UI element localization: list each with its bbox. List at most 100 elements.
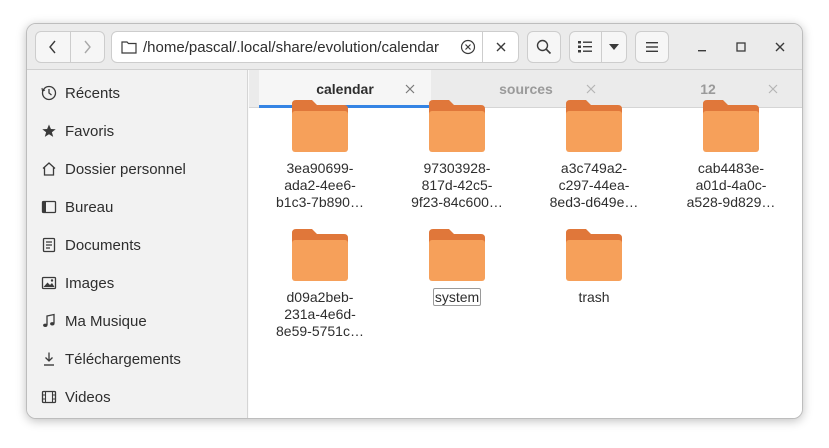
folder-icon xyxy=(429,100,485,152)
sidebar-item-videos[interactable]: Videos xyxy=(27,378,248,416)
folder-name-line: d09a2beb- xyxy=(286,289,354,305)
sidebar-item-label: Ma Musique xyxy=(65,312,147,330)
folder-name: a3c749a2- c297-44ea- 8ed3-d649e… xyxy=(534,160,654,211)
minimize-button[interactable] xyxy=(691,36,713,58)
folder-icon xyxy=(429,229,485,281)
tab-close-button[interactable] xyxy=(403,82,417,96)
file-view: calendar sources 12 3ea90699- ada2-4ee6- b… xyxy=(249,70,802,418)
document-icon xyxy=(40,236,58,254)
folder-name-line: 8e59-5751c… xyxy=(276,323,364,339)
folder-icon xyxy=(703,100,759,152)
folder-icon xyxy=(292,100,348,152)
sidebar-item-music[interactable]: Ma Musique xyxy=(27,302,248,340)
close-icon xyxy=(768,84,778,94)
desktop-icon xyxy=(40,198,58,216)
folder-name-line: 817d-42c5- xyxy=(421,177,493,193)
sidebar-item-images[interactable]: Images xyxy=(27,264,248,302)
sidebar: Récents Favoris Dossier personnel Bureau… xyxy=(27,70,248,418)
sidebar-item-label: Téléchargements xyxy=(65,350,181,368)
caret-down-icon xyxy=(608,44,619,50)
folder-name: 97303928- 817d-42c5- 9f23-84c600… xyxy=(397,160,517,211)
search-button[interactable] xyxy=(527,31,561,63)
header-bar: /home/pascal/.local/share/evolution/cale… xyxy=(27,24,802,70)
back-button[interactable] xyxy=(36,32,70,62)
view-options xyxy=(569,31,627,63)
list-view-icon xyxy=(578,41,593,53)
music-icon xyxy=(40,312,58,330)
close-icon xyxy=(775,42,785,52)
folder-name-line: a528-9d829… xyxy=(686,194,776,210)
image-icon xyxy=(40,274,58,292)
sidebar-item-documents[interactable]: Documents xyxy=(27,226,248,264)
chevron-left-icon xyxy=(49,40,56,54)
star-icon xyxy=(40,122,58,140)
folder-name-line: a01d-4a0c- xyxy=(695,177,767,193)
folder-name: d09a2beb- 231a-4e6d- 8e59-5751c… xyxy=(260,289,380,340)
clear-location-icon[interactable] xyxy=(460,39,476,55)
folder-item[interactable]: cab4483e-a01d-4a0c-a528-9d829… xyxy=(671,98,791,211)
close-window-button[interactable] xyxy=(769,36,791,58)
tab-label: calendar xyxy=(316,81,374,97)
folder-outline-icon xyxy=(121,39,137,55)
tab-close-button[interactable] xyxy=(766,82,780,96)
close-icon xyxy=(586,84,596,94)
minimize-icon xyxy=(698,50,706,52)
close-location-button[interactable] xyxy=(482,31,518,63)
folder-name-line: a3c749a2- xyxy=(560,160,628,176)
view-dropdown-button[interactable] xyxy=(600,32,626,62)
main-menu-button[interactable] xyxy=(635,31,669,63)
location-path[interactable]: /home/pascal/.local/share/evolution/cale… xyxy=(143,39,439,56)
folder-item[interactable]: 97303928- 817d-42c5- 9f23-84c600… xyxy=(397,98,517,211)
folder-name-line: 97303928- xyxy=(423,160,491,176)
list-view-button[interactable] xyxy=(570,32,601,62)
folder-item[interactable]: system xyxy=(397,227,517,306)
folder-name-line: b1c3-7b890… xyxy=(276,194,364,210)
folder-name-line: trash xyxy=(578,289,610,305)
video-icon xyxy=(40,388,58,406)
sidebar-item-label: Bureau xyxy=(65,198,114,216)
folder-name-line: c297-44ea- xyxy=(558,177,630,193)
folder-item[interactable]: 3ea90699- ada2-4ee6- b1c3-7b890… xyxy=(260,98,380,211)
sidebar-item-home[interactable]: Dossier personnel xyxy=(27,150,248,188)
navigation-buttons xyxy=(35,31,105,63)
folder-name-line: ada2-4ee6- xyxy=(284,177,356,193)
sidebar-item-label: Documents xyxy=(65,236,141,254)
folder-item[interactable]: trash xyxy=(534,227,654,306)
sidebar-item-label: Récents xyxy=(65,84,121,102)
sidebar-item-label: Dossier personnel xyxy=(65,160,186,178)
folder-item[interactable]: d09a2beb- 231a-4e6d- 8e59-5751c… xyxy=(260,227,380,340)
tab-label: sources xyxy=(499,81,553,97)
sidebar-item-label: Images xyxy=(65,274,115,292)
folder-name: 3ea90699- ada2-4ee6- b1c3-7b890… xyxy=(260,160,380,211)
sidebar-item-downloads[interactable]: Téléchargements xyxy=(27,340,248,378)
sidebar-item-label: Favoris xyxy=(65,122,115,140)
folder-name-line: 3ea90699- xyxy=(286,160,354,176)
folder-icon xyxy=(292,229,348,281)
sidebar-item-favoris[interactable]: Favoris xyxy=(27,112,248,150)
folder-name-line: 231a-4e6d- xyxy=(284,306,356,322)
search-icon xyxy=(536,39,552,55)
folder-icon xyxy=(566,229,622,281)
folder-name-line: cab4483e- xyxy=(697,160,765,176)
tab-close-button[interactable] xyxy=(584,82,598,96)
sidebar-item-bureau[interactable]: Bureau xyxy=(27,188,248,226)
folder-name: cab4483e-a01d-4a0c-a528-9d829… xyxy=(671,160,791,211)
maximize-button[interactable] xyxy=(730,36,752,58)
location-bar[interactable]: /home/pascal/.local/share/evolution/cale… xyxy=(111,31,519,63)
download-icon xyxy=(40,350,58,368)
forward-button[interactable] xyxy=(69,32,104,62)
close-icon xyxy=(496,42,505,52)
maximize-icon xyxy=(736,42,746,52)
folder-name-line: 9f23-84c600… xyxy=(411,194,503,210)
sidebar-item-label: Videos xyxy=(65,388,111,406)
chevron-right-icon xyxy=(84,40,92,54)
folder-icon xyxy=(566,100,622,152)
home-icon xyxy=(40,160,58,178)
hamburger-menu-icon xyxy=(646,42,658,52)
file-manager-window: /home/pascal/.local/share/evolution/cale… xyxy=(26,23,803,419)
sidebar-item-recents[interactable]: Récents xyxy=(27,74,248,112)
folder-name: system xyxy=(397,288,517,306)
clock-icon xyxy=(40,84,58,102)
folder-item[interactable]: a3c749a2- c297-44ea- 8ed3-d649e… xyxy=(534,98,654,211)
folder-name: trash xyxy=(534,289,654,306)
